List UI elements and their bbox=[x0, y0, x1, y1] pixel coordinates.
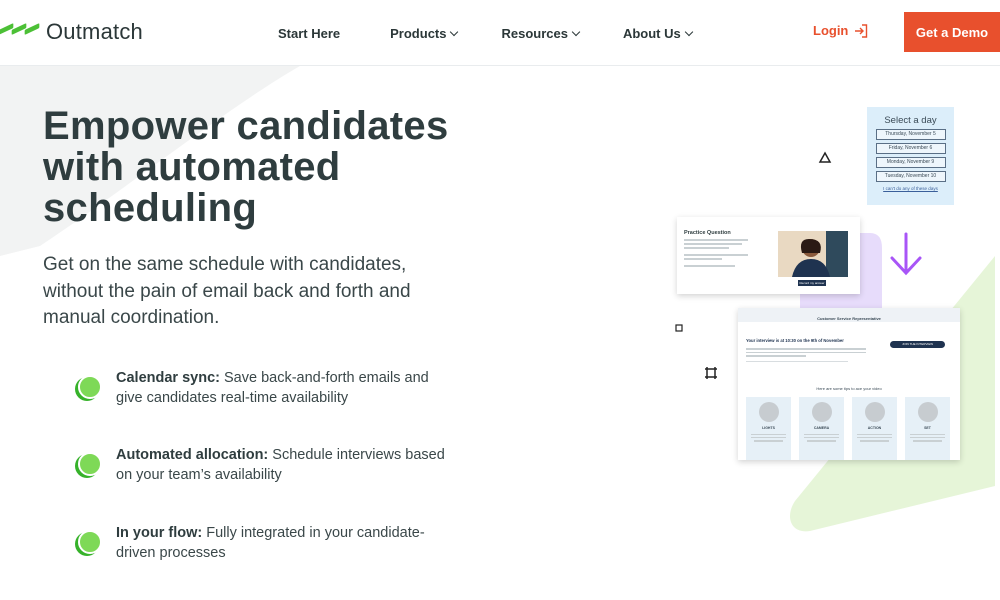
nav-products[interactable]: Products bbox=[390, 25, 459, 41]
hero-title-line: Empower candidates bbox=[43, 104, 449, 148]
chevron-down-icon bbox=[684, 27, 693, 36]
tip-card: CAMERA bbox=[799, 397, 844, 460]
feature-desc: on your team’s availability bbox=[116, 467, 282, 483]
candidate-video-thumbnail bbox=[778, 231, 848, 277]
tip-label: LIGHTS bbox=[762, 426, 775, 430]
feature-automated-allocation: Automated allocation: Schedule interview… bbox=[74, 445, 474, 485]
hero-subtitle-line: Get on the same schedule with candidates… bbox=[43, 254, 407, 275]
login-link[interactable]: Login bbox=[813, 23, 868, 38]
tip-label: ACTION bbox=[867, 426, 882, 430]
hero-subtitle-line: without the pain of email back and forth… bbox=[43, 280, 411, 302]
feature-calendar-sync: Calendar sync: Save back-and-forth email… bbox=[74, 368, 474, 408]
day-option[interactable]: Friday, November 6 bbox=[875, 143, 946, 154]
green-circle-bullet-icon bbox=[74, 373, 104, 403]
feature-desc: driven processes bbox=[116, 545, 226, 561]
tip-label: SET bbox=[924, 426, 931, 430]
day-picker-card: Select a day Thursday, November 5 Friday… bbox=[867, 107, 954, 205]
no-day-link[interactable]: I can't do any of these days bbox=[867, 186, 954, 191]
down-arrow-icon bbox=[890, 232, 922, 276]
feature-in-your-flow: In your flow: Fully integrated in your c… bbox=[74, 523, 474, 563]
nav-label: Products bbox=[390, 25, 447, 41]
nav-start-here[interactable]: Start Here bbox=[278, 26, 340, 41]
feature-title: Automated allocation: bbox=[116, 447, 269, 463]
hero-subtitle-line: manual coordination. bbox=[43, 307, 220, 328]
tip-card: SET bbox=[905, 397, 950, 460]
square-handle-icon bbox=[675, 324, 683, 332]
feature-title: In your flow: bbox=[116, 525, 203, 541]
feature-title: Calendar sync: bbox=[116, 370, 220, 386]
get-a-demo-button[interactable]: Get a Demo bbox=[904, 12, 1000, 52]
main-nav: Start Here Products Resources About Us bbox=[260, 0, 736, 66]
nav-label: Start Here bbox=[278, 25, 341, 41]
practice-question-card: Practice Question Record my answer bbox=[677, 217, 860, 294]
hero-subtitle: Get on the same schedule with candidates… bbox=[43, 252, 483, 332]
feature-desc: Save back-and-forth emails and bbox=[224, 370, 429, 386]
tips-title: Here are some tips to ace your video bbox=[816, 386, 882, 391]
day-picker-title: Select a day bbox=[884, 115, 937, 126]
feature-desc: Fully integrated in your candidate- bbox=[206, 525, 425, 541]
hero-title-line: with automated bbox=[43, 145, 341, 189]
feature-desc: Schedule interviews based bbox=[272, 447, 445, 463]
tip-card: LIGHTS bbox=[746, 397, 791, 460]
login-label: Login bbox=[813, 23, 849, 38]
hero-title-line: scheduling bbox=[43, 186, 258, 230]
login-arrow-icon bbox=[854, 23, 868, 38]
feature-text: In your flow: Fully integrated in your c… bbox=[116, 523, 425, 563]
day-option[interactable]: Thursday, November 5 bbox=[875, 129, 946, 140]
nav-resources[interactable]: Resources bbox=[501, 25, 581, 41]
logo-mark-icon bbox=[0, 20, 40, 44]
triangle-cursor-icon bbox=[818, 151, 832, 163]
green-circle-bullet-icon bbox=[74, 528, 104, 558]
feature-desc: give candidates real-time availability bbox=[116, 390, 349, 406]
green-circle-bullet-icon bbox=[74, 450, 104, 480]
nav-label: Resources bbox=[501, 25, 568, 41]
record-answer-button[interactable]: Record my answer bbox=[798, 280, 826, 286]
practice-question-heading: Practice Question bbox=[684, 230, 731, 236]
interview-time: Your interview is at 10:30 on the 9th of… bbox=[746, 338, 844, 343]
day-option[interactable]: Monday, November 9 bbox=[875, 157, 946, 168]
hero-title: Empower candidates with automated schedu… bbox=[43, 106, 513, 229]
logo-text: Outmatch bbox=[46, 19, 143, 44]
join-interview-button[interactable]: JOIN THE INTERVIEW bbox=[890, 341, 945, 348]
nav-label: About Us bbox=[622, 25, 681, 41]
chevron-down-icon bbox=[450, 27, 459, 36]
product-illustration: Select a day Thursday, November 5 Friday… bbox=[660, 96, 1000, 536]
job-title: Customer Service Representative bbox=[817, 316, 881, 321]
chevron-down-icon bbox=[571, 27, 581, 36]
feature-text: Calendar sync: Save back-and-forth email… bbox=[116, 368, 429, 408]
outmatch-logo[interactable]: Outmatch bbox=[0, 18, 143, 46]
tip-label: CAMERA bbox=[813, 426, 830, 430]
nav-about-us[interactable]: About Us bbox=[622, 25, 693, 41]
day-option[interactable]: Tuesday, November 10 bbox=[875, 171, 946, 182]
feature-text: Automated allocation: Schedule interview… bbox=[116, 445, 445, 485]
site-header: Outmatch Start Here Products Resources A… bbox=[0, 0, 1000, 66]
interview-details-card: Customer Service Representative Your int… bbox=[738, 308, 960, 460]
crop-frame-icon bbox=[705, 367, 717, 379]
tip-card: ACTION bbox=[852, 397, 897, 460]
